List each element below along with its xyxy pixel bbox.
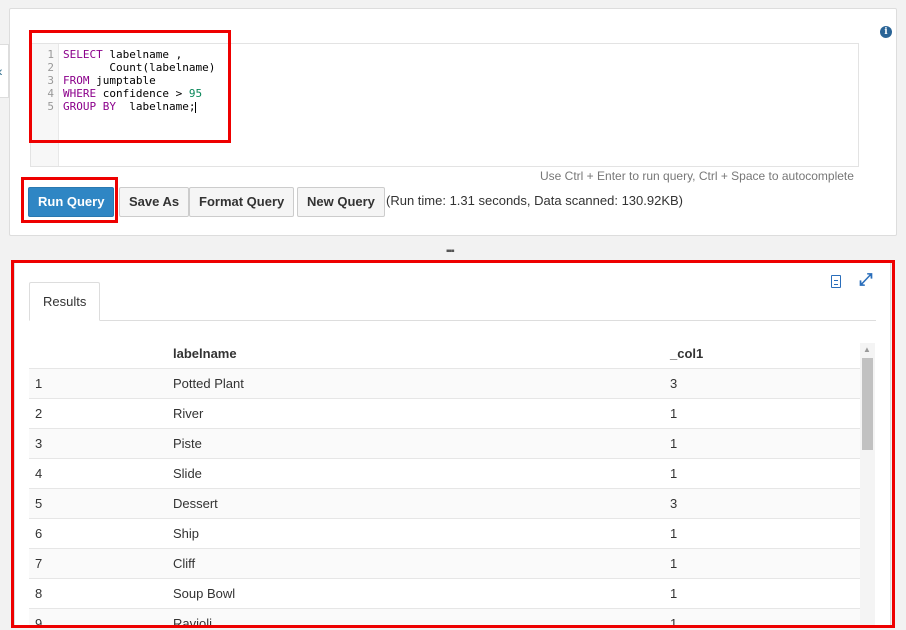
row-index-cell: 2 [35, 406, 43, 421]
table-row[interactable]: 9 Ravioli 1 [29, 609, 860, 626]
info-icon[interactable]: i [880, 26, 892, 38]
count-cell: 1 [670, 556, 678, 571]
line-number-gutter: 1 2 3 4 5 [31, 44, 59, 166]
count-cell: 1 [670, 406, 678, 421]
scroll-thumb[interactable] [862, 358, 873, 450]
sql-text: labelname , [102, 48, 183, 61]
labelname-cell: Soup Bowl [173, 586, 236, 601]
table-body: 1 Potted Plant 3 2 River 1 3 Piste 1 4 Slide 1 5 Dess… [29, 369, 860, 626]
vertical-scrollbar[interactable]: ▲ [860, 343, 875, 625]
line-number: 1 [47, 48, 54, 61]
labelname-cell: Piste [173, 436, 202, 451]
table-row[interactable]: 6 Ship 1 [29, 519, 860, 549]
table-row[interactable]: 4 Slide 1 [29, 459, 860, 489]
text-cursor [195, 101, 197, 113]
table-row[interactable]: 2 River 1 [29, 399, 860, 429]
count-cell: 1 [670, 586, 678, 601]
sql-number: 95 [188, 87, 203, 100]
row-index-cell: 7 [35, 556, 43, 571]
code-line-5: GROUP BY labelname; [63, 100, 215, 113]
sql-code[interactable]: SELECT labelname , Count(labelname) FROM… [63, 48, 215, 113]
table-row[interactable]: 3 Piste 1 [29, 429, 860, 459]
row-index-cell: 8 [35, 586, 43, 601]
line-number: 2 [47, 61, 54, 74]
labelname-cell: Potted Plant [173, 376, 244, 391]
count-cell: 1 [670, 466, 678, 481]
count-cell: 3 [670, 496, 678, 511]
labelname-cell: Slide [173, 466, 202, 481]
chevron-left-icon: ‹ [0, 63, 3, 79]
sql-text: Count(labelname) [63, 61, 216, 74]
sql-keyword: FROM [63, 74, 90, 87]
panel-splitter-handle[interactable]: ▪▪▪ [446, 246, 455, 257]
results-table: labelname _col1 1 Potted Plant 3 2 River 1 3 Pi… [29, 339, 860, 626]
code-line-1: SELECT labelname , [63, 48, 215, 61]
labelname-cell: Cliff [173, 556, 196, 571]
new-query-button[interactable]: New Query [297, 187, 385, 217]
run-stats: (Run time: 1.31 seconds, Data scanned: 1… [386, 193, 684, 208]
row-index-cell: 6 [35, 526, 43, 541]
line-number: 5 [47, 100, 54, 113]
sql-keyword: GROUP BY [63, 100, 116, 113]
row-index-cell: 9 [35, 616, 43, 626]
sidebar-toggle[interactable]: ‹ [0, 44, 9, 98]
table-row[interactable]: 8 Soup Bowl 1 [29, 579, 860, 609]
scroll-up-arrow-icon[interactable]: ▲ [863, 345, 871, 354]
sql-keyword: SELECT [63, 48, 103, 61]
save-as-button[interactable]: Save As [119, 187, 190, 217]
count-cell: 3 [670, 376, 678, 391]
labelname-cell: River [173, 406, 204, 421]
table-row[interactable]: 1 Potted Plant 3 [29, 369, 860, 399]
sql-editor[interactable]: 1 2 3 4 5 SELECT labelname , Count(label… [30, 43, 859, 167]
column-header-labelname[interactable]: labelname [173, 339, 237, 368]
sql-keyword: WHERE [63, 87, 97, 100]
code-line-3: FROM jumptable [63, 74, 215, 87]
column-header-col1[interactable]: _col1 [670, 339, 703, 368]
row-index-cell: 3 [35, 436, 43, 451]
keyboard-hint: Use Ctrl + Enter to run query, Ctrl + Sp… [540, 169, 854, 183]
line-number: 3 [47, 74, 54, 87]
table-header: labelname _col1 [29, 339, 860, 369]
code-line-4: WHERE confidence > 95 [63, 87, 215, 100]
line-number: 4 [47, 87, 54, 100]
labelname-cell: Ship [173, 526, 200, 541]
row-index-cell: 1 [35, 376, 43, 391]
count-cell: 1 [670, 616, 678, 626]
count-cell: 1 [670, 526, 678, 541]
table-row[interactable]: 5 Dessert 3 [29, 489, 860, 519]
row-index-cell: 5 [35, 496, 43, 511]
table-row[interactable]: 7 Cliff 1 [29, 549, 860, 579]
sql-text: confidence > [96, 87, 189, 100]
labelname-cell: Dessert [173, 496, 218, 511]
format-query-button[interactable]: Format Query [189, 187, 295, 217]
results-tabs: Results [29, 282, 876, 321]
tab-results[interactable]: Results [29, 282, 101, 321]
run-query-button[interactable]: Run Query [28, 187, 115, 217]
sql-text: jumptable [89, 74, 156, 87]
labelname-cell: Ravioli [173, 616, 213, 626]
results-panel: ⤢ Results labelname _col1 1 Potted Plant 3… [14, 262, 891, 626]
count-cell: 1 [670, 436, 678, 451]
sql-text: labelname; [115, 100, 196, 113]
query-editor-panel: i 1 2 3 4 5 SELECT labelname , Count(lab… [9, 8, 897, 236]
row-index-cell: 4 [35, 466, 43, 481]
code-line-2: Count(labelname) [63, 61, 215, 74]
